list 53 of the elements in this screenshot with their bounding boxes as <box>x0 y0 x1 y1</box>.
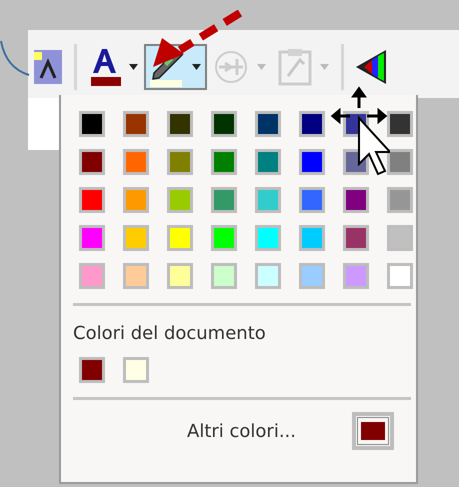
chart-icon <box>213 50 249 84</box>
color-swatch[interactable] <box>255 149 281 175</box>
color-swatch[interactable] <box>79 357 105 383</box>
color-swatch[interactable] <box>343 263 369 289</box>
color-swatch[interactable] <box>167 111 193 137</box>
clipboard-icon <box>278 48 312 86</box>
color-swatch[interactable] <box>255 225 281 251</box>
color-swatch[interactable] <box>79 111 105 137</box>
color-swatch[interactable] <box>167 149 193 175</box>
color-swatch[interactable] <box>299 149 325 175</box>
color-swatch[interactable] <box>387 263 413 289</box>
color-swatch[interactable] <box>123 357 149 383</box>
color-swatch[interactable] <box>211 263 237 289</box>
color-swatch[interactable] <box>123 263 149 289</box>
color-triangle-icon <box>356 50 386 84</box>
section-title: Colori del documento <box>73 322 267 346</box>
color-swatch[interactable] <box>79 225 105 251</box>
styles-icon <box>34 50 62 84</box>
color-swatch[interactable] <box>167 187 193 213</box>
color-swatch[interactable] <box>123 225 149 251</box>
color-swatch[interactable] <box>79 263 105 289</box>
color-swatch[interactable] <box>255 187 281 213</box>
color-swatch[interactable] <box>299 263 325 289</box>
callout-outline <box>0 40 30 76</box>
color-swatch[interactable] <box>211 149 237 175</box>
color-swatch[interactable] <box>123 149 149 175</box>
color-swatch[interactable] <box>255 111 281 137</box>
color-swatch[interactable] <box>299 111 325 137</box>
color-swatch[interactable] <box>211 225 237 251</box>
color-swatch[interactable] <box>211 111 237 137</box>
color-swatch[interactable] <box>387 149 413 175</box>
font-color-icon <box>89 47 121 87</box>
color-swatch[interactable] <box>255 263 281 289</box>
color-swatch[interactable] <box>387 187 413 213</box>
more-colors-link[interactable]: Altri colori... <box>187 418 296 444</box>
color-swatch[interactable] <box>123 187 149 213</box>
current-color-button[interactable] <box>352 412 394 450</box>
dropdown-caret-icon <box>257 64 266 70</box>
color-swatch[interactable] <box>79 187 105 213</box>
color-swatch[interactable] <box>211 187 237 213</box>
dropdown-caret-icon <box>192 64 201 70</box>
color-swatch[interactable] <box>167 263 193 289</box>
color-swatch[interactable] <box>343 225 369 251</box>
color-swatch[interactable] <box>343 187 369 213</box>
color-swatch[interactable] <box>387 111 413 137</box>
color-swatch[interactable] <box>123 111 149 137</box>
dropdown-caret-icon <box>129 64 138 70</box>
color-swatch[interactable] <box>299 225 325 251</box>
color-swatch[interactable] <box>167 225 193 251</box>
color-swatch[interactable] <box>79 149 105 175</box>
color-swatch[interactable] <box>299 187 325 213</box>
color-swatch[interactable] <box>387 225 413 251</box>
dropdown-caret-icon <box>320 64 329 70</box>
